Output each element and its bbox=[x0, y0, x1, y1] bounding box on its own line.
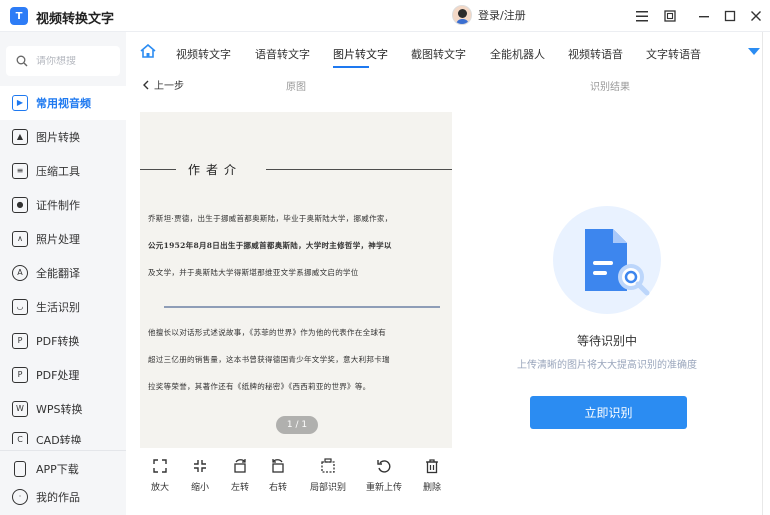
app-logo-icon: T bbox=[10, 7, 28, 25]
sidebar-item-label: WPS转换 bbox=[36, 403, 83, 416]
search-icon bbox=[16, 55, 28, 67]
tab-bar: 视频转文字 语音转文字 图片转文字 截图转文字 全能机器人 视频转语音 文字转语… bbox=[126, 32, 770, 70]
back-button[interactable]: 上一步 bbox=[142, 77, 184, 92]
back-label: 上一步 bbox=[154, 81, 184, 92]
compress-icon: ≡ bbox=[12, 163, 28, 179]
document-image: 作者介 乔斯坦·贾德，出生于挪威首都奥斯陆，毕业于奥斯陆大学，挪威作家， 公元1… bbox=[140, 112, 452, 448]
sidebar-item-id-photo[interactable]: ● 证件制作 bbox=[0, 188, 126, 222]
sidebar-item-compress[interactable]: ≡ 压缩工具 bbox=[0, 154, 126, 188]
tool-label: 局部识别 bbox=[309, 483, 346, 493]
sidebar-item-image-convert[interactable]: ▲ 图片转换 bbox=[0, 120, 126, 154]
image-icon: ▲ bbox=[12, 129, 28, 145]
rotate-left-button[interactable]: 左转 bbox=[220, 458, 260, 493]
menu-icon[interactable] bbox=[632, 6, 652, 26]
sidebar-item-label: 全能翻译 bbox=[36, 267, 80, 280]
sidebar-item-cad[interactable]: C CAD转换 bbox=[0, 426, 126, 444]
original-image-label: 原图 bbox=[286, 82, 306, 93]
partial-recognition-button[interactable]: 局部识别 bbox=[306, 458, 350, 493]
tool-label: 右转 bbox=[268, 483, 287, 493]
status-title: 等待识别中 bbox=[576, 334, 637, 348]
wps-icon: W bbox=[12, 401, 28, 417]
zoom-out-button[interactable]: 缩小 bbox=[180, 458, 220, 493]
close-icon[interactable] bbox=[746, 6, 766, 26]
crop-icon bbox=[321, 458, 335, 473]
sidebar-item-translate[interactable]: A 全能翻译 bbox=[0, 256, 126, 290]
translate-icon: A bbox=[12, 265, 28, 281]
cup-icon: ◡ bbox=[12, 299, 28, 315]
sidebar-search[interactable] bbox=[6, 46, 120, 76]
result-label: 识别结果 bbox=[590, 82, 630, 93]
tool-label: 放大 bbox=[150, 483, 169, 493]
tool-label: 缩小 bbox=[190, 483, 209, 493]
id-photo-icon: ● bbox=[12, 197, 28, 213]
original-image-panel[interactable]: 作者介 乔斯坦·贾德，出生于挪威首都奥斯陆，毕业于奥斯陆大学，挪威作家， 公元1… bbox=[140, 112, 452, 448]
app-title: 视频转换文字 bbox=[36, 12, 115, 27]
sidebar-item-label: 图片转换 bbox=[36, 131, 80, 144]
sidebar-divider bbox=[0, 450, 126, 451]
window-border bbox=[762, 32, 763, 515]
tab-text-to-speech[interactable]: 文字转语音 bbox=[646, 46, 701, 62]
reupload-icon bbox=[377, 460, 391, 473]
minimize-icon[interactable] bbox=[694, 6, 714, 26]
zoom-in-button[interactable]: 放大 bbox=[140, 458, 180, 493]
sidebar-item-photo[interactable]: ∧ 照片处理 bbox=[0, 222, 126, 256]
tool-label: 左转 bbox=[230, 483, 249, 493]
sidebar-item-label: 证件制作 bbox=[36, 199, 80, 212]
rotate-right-icon bbox=[272, 459, 284, 473]
sidebar-item-label: APP下载 bbox=[36, 463, 79, 476]
document-divider bbox=[164, 306, 440, 308]
sidebar-item-label: 我的作品 bbox=[36, 491, 80, 504]
page-indicator: 1 / 1 bbox=[276, 416, 318, 434]
title-bar: T 视频转换文字 登录/注册 bbox=[0, 0, 770, 32]
document-line: 公元1952年8月8日出生于挪威首都奥斯陆，大学时主修哲学，神学以 bbox=[148, 241, 392, 250]
works-icon: · bbox=[12, 489, 28, 505]
sidebar: ▶ 常用视音频 ▲ 图片转换 ≡ 压缩工具 ● 证件制作 ∧ 照片处理 A 全能… bbox=[0, 32, 126, 515]
tv-icon: ▶ bbox=[12, 95, 28, 111]
cad-icon: C bbox=[12, 432, 28, 444]
sidebar-item-label: CAD转换 bbox=[36, 434, 82, 444]
active-tab-indicator bbox=[333, 66, 369, 68]
restore-icon[interactable] bbox=[660, 6, 680, 26]
zoom-in-icon bbox=[153, 459, 167, 473]
delete-button[interactable]: 删除 bbox=[412, 458, 452, 493]
tab-image-to-text[interactable]: 图片转文字 bbox=[333, 46, 388, 62]
tab-screenshot-to-text[interactable]: 截图转文字 bbox=[411, 46, 466, 62]
sidebar-item-my-works[interactable]: · 我的作品 bbox=[0, 480, 126, 514]
trash-icon bbox=[426, 459, 438, 474]
photo-icon: ∧ bbox=[12, 231, 28, 247]
chevron-left-icon bbox=[143, 80, 149, 89]
search-input[interactable] bbox=[36, 55, 106, 67]
login-label: 登录/注册 bbox=[478, 9, 526, 22]
zoom-out-icon bbox=[194, 460, 206, 472]
rotate-right-button[interactable]: 右转 bbox=[258, 458, 298, 493]
home-icon[interactable] bbox=[140, 44, 156, 58]
sidebar-item-label: 生活识别 bbox=[36, 301, 80, 314]
tool-label: 删除 bbox=[422, 483, 441, 493]
sidebar-item-label: 压缩工具 bbox=[36, 165, 80, 178]
document-line: 拉奖等荣誉，其著作还有《纸牌的秘密》《西西莉亚的世界》等。 bbox=[148, 382, 371, 391]
sidebar-item-video-audio[interactable]: ▶ 常用视音频 bbox=[0, 86, 126, 120]
recognize-now-button[interactable]: 立即识别 bbox=[530, 396, 687, 429]
tab-robot[interactable]: 全能机器人 bbox=[490, 46, 545, 62]
avatar bbox=[452, 5, 472, 25]
document-search-icon bbox=[585, 229, 650, 296]
tab-video-to-audio[interactable]: 视频转语音 bbox=[568, 46, 623, 62]
sidebar-item-label: 常用视音频 bbox=[36, 97, 91, 110]
tab-audio-to-text[interactable]: 语音转文字 bbox=[255, 46, 310, 62]
chevron-down-icon[interactable] bbox=[748, 48, 760, 55]
tab-video-to-text[interactable]: 视频转文字 bbox=[176, 46, 231, 62]
document-line: 乔斯坦·贾德，出生于挪威首都奥斯陆，毕业于奥斯陆大学，挪威作家， bbox=[148, 214, 393, 223]
rotate-left-icon bbox=[234, 459, 246, 473]
sidebar-item-life-recognition[interactable]: ◡ 生活识别 bbox=[0, 290, 126, 324]
sidebar-item-wps[interactable]: W WPS转换 bbox=[0, 392, 126, 426]
maximize-icon[interactable] bbox=[720, 6, 740, 26]
document-line: 及文学，并于奥斯陆大学得斯堪那维亚文学系挪威文启的学位 bbox=[148, 268, 359, 277]
phone-icon bbox=[14, 461, 26, 477]
login-button[interactable]: 登录/注册 bbox=[452, 5, 526, 25]
reupload-button[interactable]: 重新上传 bbox=[362, 458, 406, 493]
tool-label: 重新上传 bbox=[365, 483, 402, 493]
document-heading: 作者介 bbox=[188, 163, 243, 177]
status-subtitle: 上传清晰的图片将大大提高识别的准确度 bbox=[517, 360, 697, 371]
sidebar-item-label: 照片处理 bbox=[36, 233, 80, 246]
